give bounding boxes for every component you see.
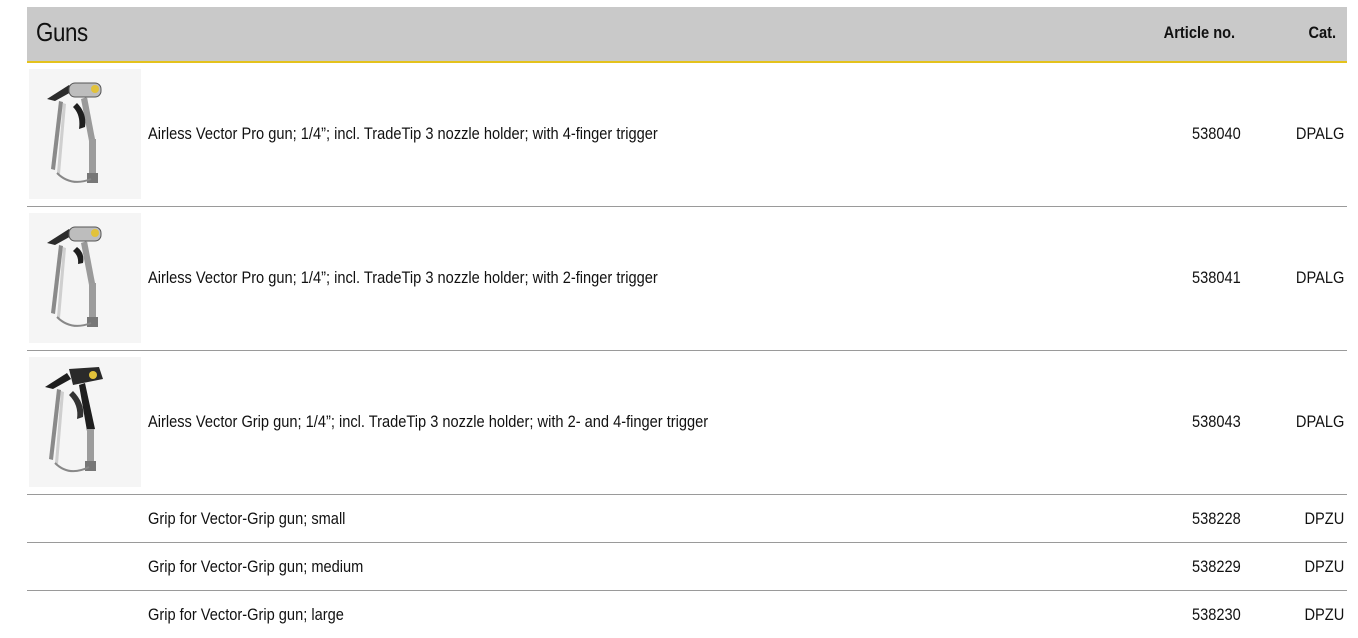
article-column-header: Article no.	[1163, 23, 1235, 42]
cat-column-header: Cat.	[1308, 23, 1336, 42]
spray-gun-2-finger-icon	[29, 213, 141, 343]
spray-gun-4-finger-icon	[29, 69, 141, 199]
row-description: Grip for Vector-Grip gun; large	[148, 605, 344, 624]
row-category: DPZU	[1304, 605, 1344, 624]
row-category: DPZU	[1304, 509, 1344, 528]
spray-gun-grip-icon	[29, 357, 141, 487]
row-category: DPALG	[1295, 124, 1344, 143]
row-article-number: 538041	[1192, 268, 1241, 287]
row-category: DPALG	[1295, 268, 1344, 287]
row-article-number: 538040	[1192, 124, 1241, 143]
row-article-number: 538228	[1192, 509, 1241, 528]
table-row: Airless Vector Grip gun; 1/4”; incl. Tra…	[27, 351, 1347, 495]
table-row: Airless Vector Pro gun; 1/4”; incl. Trad…	[27, 63, 1347, 207]
row-article-number: 538043	[1192, 412, 1241, 431]
row-category: DPALG	[1295, 412, 1344, 431]
row-article-number: 538229	[1192, 557, 1241, 576]
table-row: Grip for Vector-Grip gun; medium 538229 …	[27, 543, 1347, 591]
row-description: Airless Vector Pro gun; 1/4”; incl. Trad…	[148, 124, 658, 143]
table-row: Grip for Vector-Grip gun; large 538230 D…	[27, 591, 1347, 638]
table-header: Guns Article no. Cat.	[27, 7, 1347, 63]
row-category: DPZU	[1304, 557, 1344, 576]
product-table: Guns Article no. Cat. Airless Vector Pro…	[27, 0, 1347, 638]
row-article-number: 538230	[1192, 605, 1241, 624]
row-description: Airless Vector Pro gun; 1/4”; incl. Trad…	[148, 268, 658, 287]
section-title: Guns	[36, 17, 88, 47]
table-row: Grip for Vector-Grip gun; small 538228 D…	[27, 495, 1347, 543]
row-description: Grip for Vector-Grip gun; medium	[148, 557, 364, 576]
table-row: Airless Vector Pro gun; 1/4”; incl. Trad…	[27, 207, 1347, 351]
row-description: Airless Vector Grip gun; 1/4”; incl. Tra…	[148, 412, 709, 431]
row-description: Grip for Vector-Grip gun; small	[148, 509, 346, 528]
